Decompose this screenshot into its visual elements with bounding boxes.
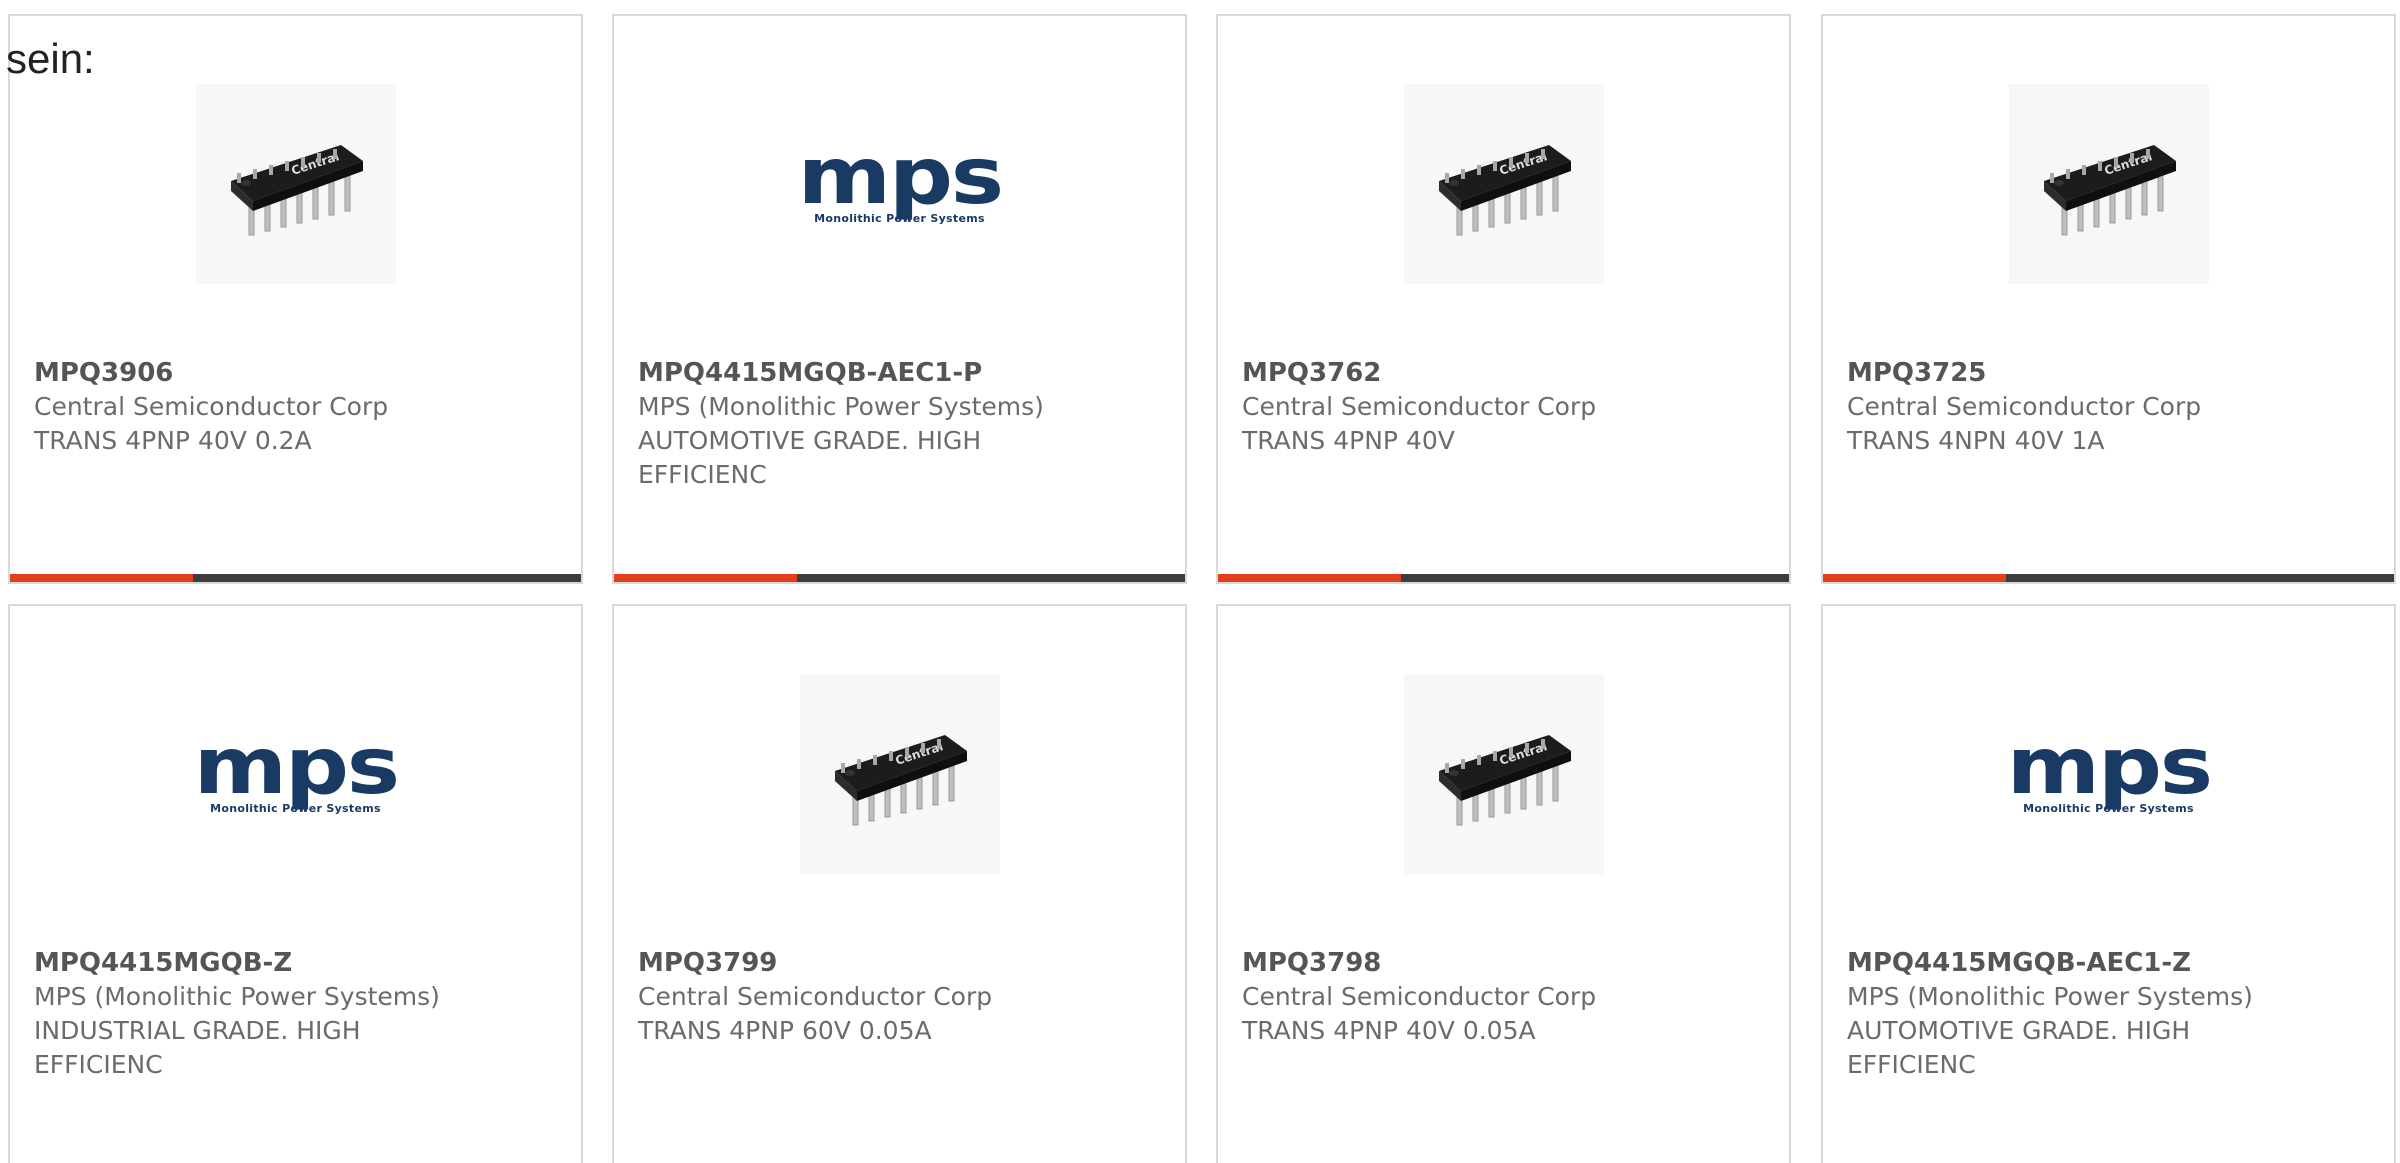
product-card[interactable]: Central MPQ3762 Central Semiconductor Corp… [1216, 14, 1791, 584]
product-card[interactable]: Central MPQ3725 Central Semiconductor Corp… [1821, 14, 2396, 584]
card-bottom-bar [1218, 574, 1789, 582]
product-card[interactable]: Central MPQ3906 Central Semiconductor Corp… [8, 14, 583, 584]
description: INDUSTRIAL GRADE. HIGH EFFICIENC [34, 1016, 361, 1079]
part-number[interactable]: MPQ3906 [34, 356, 557, 390]
manufacturer: Central Semiconductor Corp [1242, 982, 1597, 1011]
manufacturer: Central Semiconductor Corp [34, 392, 389, 421]
product-info: MPQ3906 Central Semiconductor Corp TRANS 4… [34, 356, 557, 458]
product-info: MPQ3799 Central Semiconductor Corp TRANS 4… [638, 946, 1161, 1048]
description: TRANS 4PNP 40V 0.05A [1242, 1016, 1536, 1045]
part-number[interactable]: MPQ3762 [1242, 356, 1765, 390]
intro-text: sein: [6, 35, 95, 82]
product-card[interactable]: Central MPQ3798 Central Semiconductor Corp… [1216, 604, 1791, 1163]
part-number[interactable]: MPQ4415MGQB-AEC1-P [638, 356, 1161, 390]
part-number[interactable]: MPQ3725 [1847, 356, 2370, 390]
chip-icon[interactable]: Central [799, 674, 1000, 874]
part-number[interactable]: MPQ3799 [638, 946, 1161, 980]
manufacturer: MPS (Monolithic Power Systems) [1847, 982, 2253, 1011]
product-info: MPQ3725 Central Semiconductor Corp TRANS 4… [1847, 356, 2370, 458]
mps-logo-letters: mps [797, 131, 1003, 222]
manufacturer: Central Semiconductor Corp [638, 982, 993, 1011]
manufacturer: MPS (Monolithic Power Systems) [638, 392, 1044, 421]
mps-logo[interactable]: mps Monolithic Power Systems [2006, 674, 2212, 874]
card-bar-accent [1823, 574, 2006, 582]
description: TRANS 4PNP 60V 0.05A [638, 1016, 932, 1045]
description: AUTOMOTIVE GRADE. HIGH EFFICIENC [1847, 1016, 2191, 1079]
manufacturer: MPS (Monolithic Power Systems) [34, 982, 440, 1011]
card-bottom-bar [10, 574, 581, 582]
chip-icon[interactable]: Central [2008, 84, 2209, 284]
mps-logo-letters: mps [193, 721, 399, 812]
product-card[interactable]: Central MPQ3799 Central Semiconductor Corp… [612, 604, 1187, 1163]
product-info: MPQ4415MGQB-AEC1-P MPS (Monolithic Power … [638, 356, 1161, 492]
product-info: MPQ4415MGQB-AEC1-Z MPS (Monolithic Power … [1847, 946, 2370, 1082]
description: AUTOMOTIVE GRADE. HIGH EFFICIENC [638, 426, 982, 489]
product-card[interactable]: mps Monolithic Power Systems MPQ4415MGQB-A… [1821, 604, 2396, 1163]
card-bar-accent [1218, 574, 1401, 582]
chip-icon[interactable]: Central [195, 84, 396, 284]
card-bottom-bar [1823, 574, 2394, 582]
product-card[interactable]: mps Monolithic Power Systems MPQ4415MGQB-A… [612, 14, 1187, 584]
part-number[interactable]: MPQ4415MGQB-Z [34, 946, 557, 980]
product-info: MPQ3798 Central Semiconductor Corp TRANS 4… [1242, 946, 1765, 1048]
description: TRANS 4PNP 40V [1242, 426, 1455, 455]
product-info: MPQ3762 Central Semiconductor Corp TRANS 4… [1242, 356, 1765, 458]
product-info: MPQ4415MGQB-Z MPS (Monolithic Power Syste… [34, 946, 557, 1082]
mps-logo-letters: mps [2006, 721, 2212, 812]
chip-icon[interactable]: Central [1403, 84, 1604, 284]
manufacturer: Central Semiconductor Corp [1242, 392, 1597, 421]
card-bottom-bar [614, 574, 1185, 582]
product-card[interactable]: mps Monolithic Power Systems MPQ4415MGQB-Z… [8, 604, 583, 1163]
manufacturer: Central Semiconductor Corp [1847, 392, 2202, 421]
card-bar-accent [614, 574, 797, 582]
card-bar-accent [10, 574, 193, 582]
description: TRANS 4PNP 40V 0.2A [34, 426, 312, 455]
mps-logo[interactable]: mps Monolithic Power Systems [193, 674, 399, 874]
mps-logo[interactable]: mps Monolithic Power Systems [797, 84, 1003, 284]
description: TRANS 4NPN 40V 1A [1847, 426, 2105, 455]
product-grid-page: sein: Central MPQ3906 Central Semiconducto… [0, 0, 2400, 1163]
part-number[interactable]: MPQ3798 [1242, 946, 1765, 980]
chip-icon[interactable]: Central [1403, 674, 1604, 874]
part-number[interactable]: MPQ4415MGQB-AEC1-Z [1847, 946, 2370, 980]
